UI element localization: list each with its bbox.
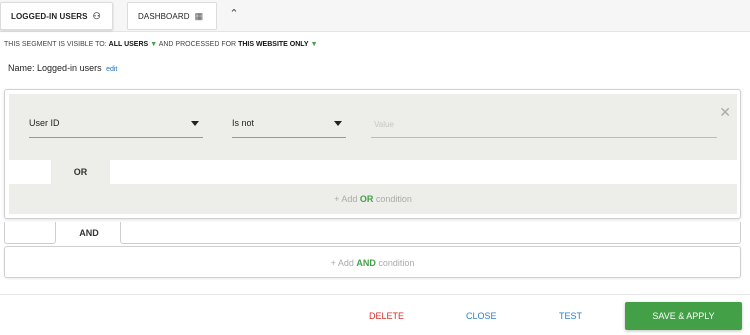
- tab-label: DASHBOARD: [138, 11, 190, 21]
- test-button[interactable]: TEST: [559, 311, 582, 321]
- comparison-value: Is not: [232, 118, 255, 128]
- or-separator: OR: [9, 160, 737, 184]
- name-value: Logged-in users: [37, 63, 102, 73]
- processed-for-select[interactable]: THIS WEBSITE ONLY ▼: [238, 41, 317, 48]
- tab-logged-in-users[interactable]: LOGGED-IN USERS ⚇: [0, 2, 113, 30]
- caret-down-icon: [334, 121, 342, 126]
- close-icon[interactable]: ✕: [719, 104, 731, 121]
- comparison-select[interactable]: Is not: [232, 112, 346, 138]
- close-button[interactable]: CLOSE: [466, 311, 497, 321]
- visibility-prefix: THIS SEGMENT IS VISIBLE TO:: [4, 41, 107, 48]
- value-field: [371, 112, 717, 138]
- attribute-select[interactable]: User ID: [29, 112, 203, 138]
- visible-to-select[interactable]: ALL USERS ▼: [109, 41, 157, 48]
- add-or-keyword: OR: [359, 194, 374, 204]
- or-gap: [9, 160, 51, 184]
- caret-down-icon: ▼: [150, 41, 158, 48]
- add-and-keyword: AND: [356, 258, 376, 268]
- and-separator-left: [4, 222, 56, 244]
- grid-icon: ▦: [194, 10, 204, 21]
- add-or-prefix: + Add: [334, 194, 358, 204]
- add-or-condition-button[interactable]: + Add OR condition: [9, 184, 737, 214]
- segment-editor-header: LOGGED-IN USERS ⚇ DASHBOARD ▦ ⌃: [0, 0, 750, 32]
- visibility-line: THIS SEGMENT IS VISIBLE TO: ALL USERS ▼ A…: [4, 41, 318, 48]
- tab-label: LOGGED-IN USERS: [11, 11, 88, 21]
- add-and-prefix: + Add: [330, 258, 354, 268]
- condition-block: User ID Is not ✕ OR + Add OR condition: [4, 89, 741, 219]
- delete-button[interactable]: DELETE: [369, 311, 404, 321]
- add-and-suffix: condition: [378, 258, 415, 268]
- condition-row: User ID Is not ✕: [9, 94, 737, 160]
- visibility-middle: AND PROCESSED FOR: [158, 41, 237, 48]
- value-input[interactable]: [371, 112, 717, 137]
- add-or-suffix: condition: [375, 194, 412, 204]
- users-icon: ⚇: [92, 10, 101, 21]
- double-chevron-up-icon[interactable]: ⌃: [226, 6, 242, 22]
- save-apply-button[interactable]: SAVE & APPLY: [625, 302, 742, 330]
- attribute-value: User ID: [29, 118, 60, 128]
- caret-down-icon: ▼: [310, 41, 318, 48]
- or-label: OR: [51, 160, 110, 184]
- caret-down-icon: [191, 121, 199, 126]
- name-label: Name:: [8, 63, 35, 73]
- tab-dashboard[interactable]: DASHBOARD ▦: [127, 2, 217, 30]
- segment-name: Name: Logged-in users edit: [8, 63, 117, 73]
- add-and-condition-button[interactable]: + Add AND condition: [4, 246, 741, 278]
- edit-name-link[interactable]: edit: [106, 66, 117, 73]
- and-label: AND: [79, 228, 99, 238]
- footer-actions: DELETE CLOSE TEST SAVE & APPLY: [0, 294, 750, 335]
- and-separator-right: [120, 222, 741, 244]
